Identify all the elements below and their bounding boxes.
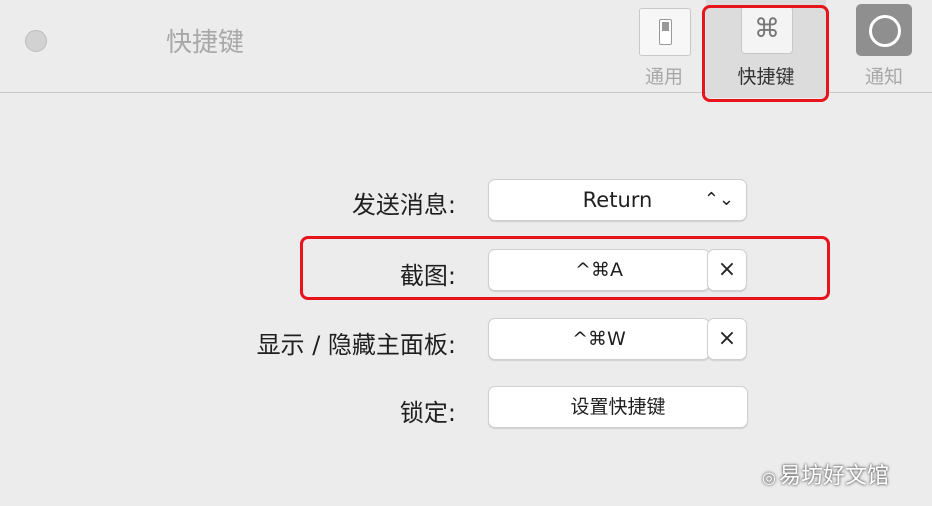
row-highlight-box <box>300 236 830 300</box>
window-close-button[interactable] <box>25 30 47 52</box>
tab-general-label: 通用 <box>644 66 683 88</box>
chevron-updown-icon: ⌃⌄ <box>703 189 734 210</box>
toggle-panel-label: 显示 / 隐藏主面板: <box>256 331 456 359</box>
toggle-panel-clear-button[interactable]: × <box>707 318 747 360</box>
tab-highlight-box <box>702 5 829 102</box>
watermark-logo-icon: ◎ <box>762 468 776 487</box>
toggle-panel-shortcut-field[interactable]: ^⌘W <box>488 318 710 360</box>
send-message-select[interactable]: Return ⌃⌄ <box>488 179 747 221</box>
toggle-switch-icon <box>639 8 691 56</box>
send-message-value: Return <box>582 188 653 212</box>
watermark: ◎ 易坊好文馆 <box>762 458 889 490</box>
notification-ring-icon <box>856 4 912 56</box>
send-message-label: 发送消息: <box>351 191 456 219</box>
window-title: 快捷键 <box>166 28 245 58</box>
set-shortcut-button[interactable]: 设置快捷键 <box>488 386 748 428</box>
watermark-text: 易坊好文馆 <box>778 464 889 489</box>
tab-notifications-label: 通知 <box>864 66 903 88</box>
lock-label: 锁定: <box>399 399 456 427</box>
